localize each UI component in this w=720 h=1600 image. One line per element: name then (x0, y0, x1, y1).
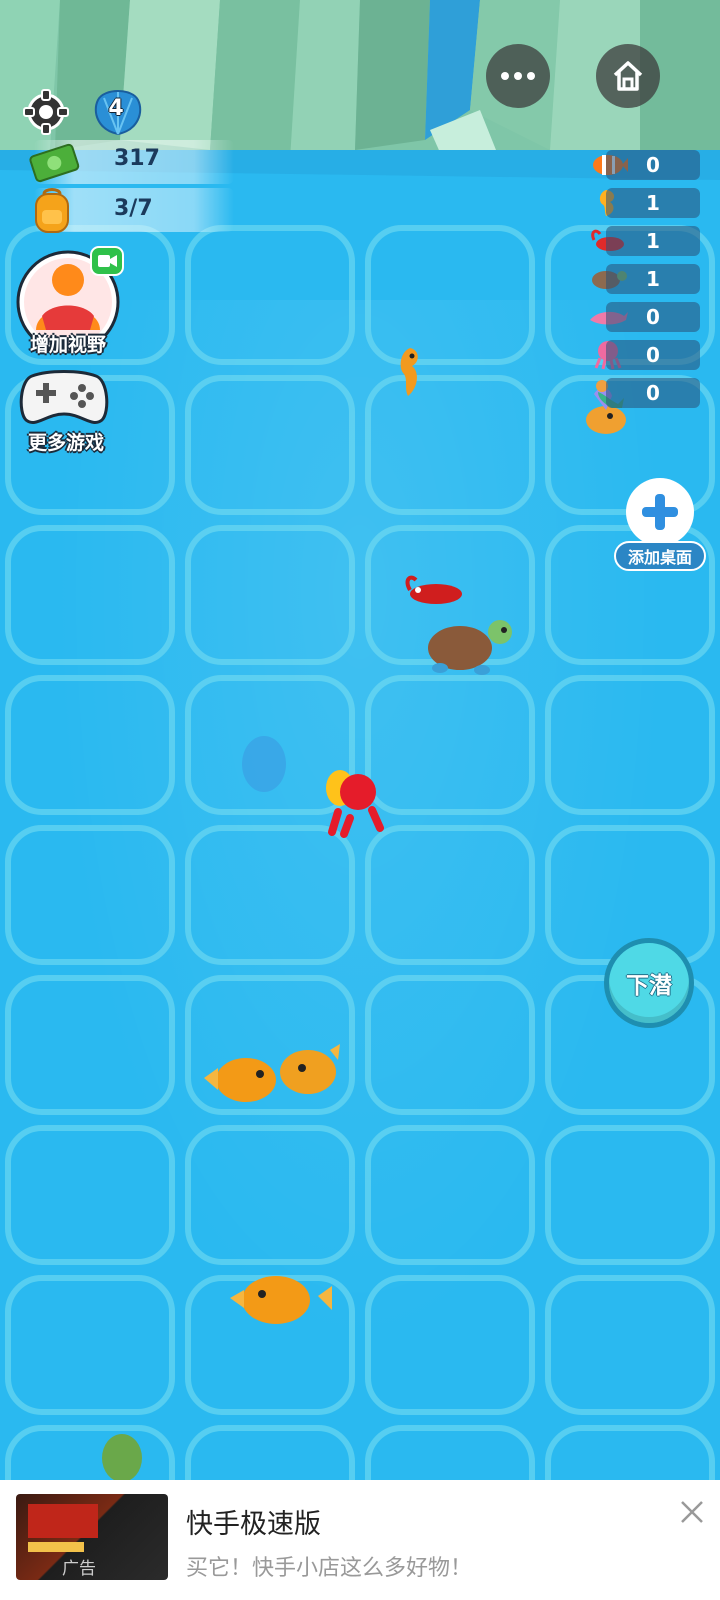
ad-thumbnail[interactable]: 广告 (16, 1494, 168, 1580)
close-icon[interactable] (676, 1496, 708, 1528)
ad-thumbnail-graphic (28, 1504, 98, 1538)
increase-view-label: 增加视野 (29, 334, 106, 356)
level-badge: 4 (90, 84, 146, 138)
backpack-icon (35, 188, 69, 233)
collection-count-dolphin: 0 (606, 302, 700, 332)
collection-count-lobster: 1 (606, 226, 700, 256)
ad-badge: 广告 (62, 1559, 96, 1579)
player-diver (326, 770, 384, 838)
collection-count-clownfish: 0 (606, 150, 700, 180)
fish-shadow (242, 736, 286, 792)
turtle-creature (428, 620, 512, 675)
gamepad-icon (19, 370, 109, 424)
ad-banner[interactable]: 广告 快手极速版 买它！快手小店这么多好物！ (0, 1480, 720, 1600)
dive-label: 下潜 (626, 973, 672, 999)
more-dots-icon (501, 72, 535, 80)
add-desktop-label[interactable]: 添加桌面 (614, 541, 706, 571)
level-value: 4 (108, 96, 124, 121)
goldfish (230, 1276, 332, 1324)
plus-icon (642, 494, 678, 530)
ad-title[interactable]: 快手极速版 (186, 1502, 321, 1541)
money-value: 317 (114, 146, 160, 171)
video-ad-icon (90, 246, 124, 276)
cash-icon (29, 143, 80, 183)
lobster-creature (405, 575, 462, 604)
capacity-value: 3/7 (114, 196, 153, 221)
home-button[interactable] (596, 44, 660, 108)
home-icon (613, 61, 643, 91)
add-desktop-button[interactable] (626, 478, 694, 546)
collection-count-turtle: 1 (606, 264, 700, 294)
ad-thumbnail-stripe (28, 1542, 84, 1552)
dive-button[interactable]: 下潜 (604, 938, 694, 1028)
ad-subtitle[interactable]: 买它！快手小店这么多好物！ (186, 1550, 472, 1582)
more-games-label: 更多游戏 (27, 432, 104, 454)
more-options-button[interactable] (486, 44, 550, 108)
collection-count-mermaid: 0 (606, 378, 700, 408)
more-games-button[interactable] (18, 366, 110, 430)
collection-count-octopus: 0 (606, 340, 700, 370)
green-creature (102, 1434, 142, 1480)
seahorse-creature (400, 348, 418, 396)
goldfish-pair (204, 1044, 340, 1102)
settings-button[interactable] (22, 88, 70, 136)
gear-icon (23, 89, 69, 135)
collection-count-seahorse: 1 (606, 188, 700, 218)
